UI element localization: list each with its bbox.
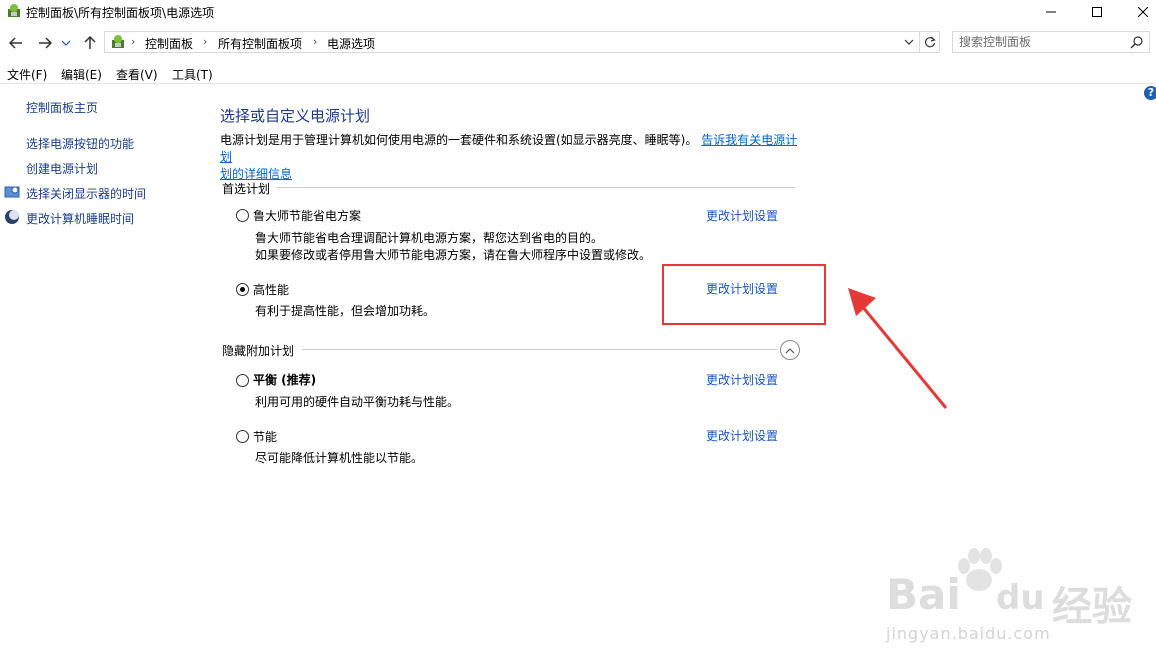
sidebar-item-sleep-time[interactable]: 更改计算机睡眠时间: [26, 210, 134, 227]
group-divider: [302, 349, 778, 350]
menu-file[interactable]: 文件(F): [7, 66, 47, 83]
close-icon: [1138, 7, 1148, 17]
sleep-moon-icon: [5, 210, 19, 224]
plan-desc-balanced: 利用可用的硬件自动平衡功耗与性能。: [255, 395, 460, 409]
address-dropdown-button[interactable]: [903, 34, 917, 50]
plan-name-balanced[interactable]: 平衡 (推荐): [253, 371, 316, 388]
minimize-button[interactable]: [1028, 0, 1074, 24]
close-button[interactable]: [1120, 0, 1156, 24]
plan-radio-power-saver[interactable]: [236, 430, 249, 443]
plan-name-power-saver[interactable]: 节能: [253, 428, 277, 445]
maximize-icon: [1092, 7, 1102, 17]
plan-desc-power-saver: 尽可能降低计算机性能以节能。: [255, 451, 424, 465]
breadcrumb-separator-icon[interactable]: ›: [313, 35, 317, 48]
up-button[interactable]: [80, 33, 100, 53]
change-plan-settings-link[interactable]: 更改计划设置: [706, 427, 778, 444]
menu-tools[interactable]: 工具(T): [172, 66, 213, 83]
sidebar-item-create-plan[interactable]: 创建电源计划: [26, 160, 98, 177]
up-arrow-icon: [84, 36, 96, 49]
description-text: 电源计划是用于管理计算机如何使用电源的一套硬件和系统设置(如显示器亮度、睡眠等)…: [220, 133, 698, 147]
sidebar-item-display-off[interactable]: 选择关闭显示器的时间: [26, 185, 146, 202]
back-arrow-icon: [9, 37, 22, 49]
chevron-down-icon: [904, 39, 914, 45]
breadcrumb-separator-icon[interactable]: ›: [203, 35, 207, 48]
display-timer-icon: [4, 186, 20, 198]
watermark-brand: Bai: [886, 570, 961, 619]
minimize-icon: [1046, 11, 1056, 13]
plan-desc-ludashi: 鲁大师节能省电合理调配计算机电源方案，帮您达到省电的目的。: [255, 231, 604, 245]
change-plan-settings-link[interactable]: 更改计划设置: [706, 207, 778, 224]
annotation-arrow-icon: [848, 288, 948, 409]
breadcrumb-control-panel[interactable]: 控制面板: [145, 35, 193, 52]
annotation-highlight-box: [662, 264, 826, 325]
breadcrumb-separator-icon[interactable]: ›: [131, 35, 135, 48]
plan-desc-high-performance: 有利于提高性能，但会增加功耗。: [255, 304, 436, 318]
watermark-cn: 经验: [1052, 584, 1132, 630]
window-title: 控制面板\所有控制面板项\电源选项: [26, 6, 215, 20]
control-panel-icon: [112, 35, 124, 48]
chevron-down-icon: [62, 40, 70, 46]
refresh-icon: [924, 36, 936, 48]
breadcrumb-power-options[interactable]: 电源选项: [327, 35, 375, 52]
forward-arrow-icon: [39, 37, 52, 49]
group-divider: [277, 187, 795, 188]
collapse-hidden-plans-button[interactable]: [780, 340, 800, 360]
baidu-watermark: Bai du 经验 jingyan.baidu.com: [884, 548, 1144, 648]
search-input[interactable]: [959, 34, 1119, 50]
change-plan-settings-link[interactable]: 更改计划设置: [706, 371, 778, 388]
search-box[interactable]: [952, 31, 1150, 53]
refresh-button[interactable]: [920, 31, 940, 53]
sidebar-item-power-buttons[interactable]: 选择电源按钮的功能: [26, 135, 134, 152]
group-label-hidden: 隐藏附加计划: [222, 344, 295, 358]
maximize-button[interactable]: [1074, 0, 1120, 24]
plan-name-high-performance[interactable]: 高性能: [253, 281, 289, 298]
watermark-url: jingyan.baidu.com: [886, 624, 1051, 643]
forward-button[interactable]: [35, 33, 55, 53]
control-panel-icon: [8, 4, 20, 17]
help-icon[interactable]: ?: [1144, 86, 1156, 100]
address-bar[interactable]: › 控制面板 › 所有控制面板项 › 电源选项: [104, 31, 920, 53]
sidebar-home-link[interactable]: 控制面板主页: [26, 99, 98, 116]
plan-desc-ludashi-note: 如果要修改或者停用鲁大师节能电源方案，请在鲁大师程序中设置或修改。: [255, 248, 652, 262]
page-title: 选择或自定义电源计划: [220, 107, 371, 125]
breadcrumb-all-items[interactable]: 所有控制面板项: [218, 35, 302, 52]
title-bar: 控制面板\所有控制面板项\电源选项: [0, 0, 1156, 24]
menu-bar: 文件(F) 编辑(E) 查看(V) 工具(T): [0, 62, 1156, 84]
learn-more-link-continued[interactable]: 划的详细信息: [220, 167, 292, 181]
menu-edit[interactable]: 编辑(E): [61, 66, 102, 83]
search-icon[interactable]: [1130, 35, 1144, 49]
plan-radio-balanced[interactable]: [236, 374, 249, 387]
recent-locations-button[interactable]: [59, 33, 73, 53]
plan-name-ludashi[interactable]: 鲁大师节能省电方案: [253, 207, 361, 224]
watermark-brand-du: du: [996, 578, 1045, 618]
back-button[interactable]: [6, 33, 26, 53]
page-description: 电源计划是用于管理计算机如何使用电源的一套硬件和系统设置(如显示器亮度、睡眠等)…: [220, 132, 800, 183]
plan-radio-high-performance[interactable]: [236, 283, 249, 296]
chevron-up-icon: [785, 347, 795, 353]
menu-view[interactable]: 查看(V): [116, 66, 158, 83]
group-label-preferred: 首选计划: [222, 182, 271, 196]
plan-radio-ludashi[interactable]: [236, 209, 249, 222]
